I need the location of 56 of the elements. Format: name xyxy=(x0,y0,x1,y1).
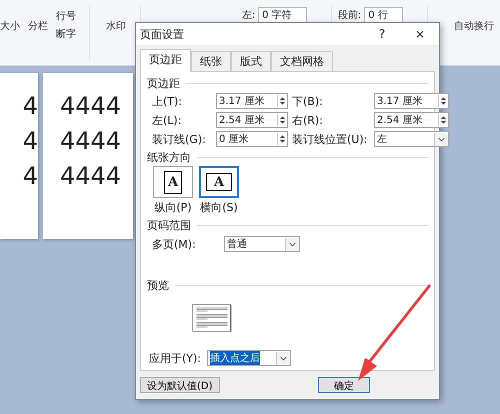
spinner-icon[interactable] xyxy=(438,95,448,107)
option-label: 横向(S) xyxy=(200,200,238,215)
set-default-button[interactable]: 设为默认值(D) xyxy=(140,377,220,393)
page-text: 4444 xyxy=(60,93,122,119)
indent-left-label: 左: xyxy=(242,9,256,22)
page-text: 4444 xyxy=(60,128,122,154)
size-button[interactable]: 大小 xyxy=(0,6,20,33)
field-label: 装订线位置(U): xyxy=(292,132,368,146)
spin-field[interactable]: 3.17 厘米 xyxy=(374,93,449,109)
page-text: 4 xyxy=(22,128,38,154)
spinner-icon[interactable] xyxy=(277,95,287,107)
page-text: 4 xyxy=(22,163,38,189)
field-label: 下(B): xyxy=(292,94,324,108)
close-button[interactable]: × xyxy=(405,27,435,41)
orientation-option[interactable]: A xyxy=(199,166,239,198)
field-label: 右(R): xyxy=(292,112,324,128)
spinner-icon[interactable] xyxy=(438,114,448,126)
field-label: 多页(M): xyxy=(152,236,196,252)
tab[interactable]: 纸张 xyxy=(191,51,231,71)
dialog-title: 页面设置 xyxy=(140,26,185,42)
orientation-option[interactable]: A xyxy=(153,166,193,198)
spin-field[interactable]: 2.54 厘米 xyxy=(216,112,288,128)
dropdown-field[interactable]: 插入点之后 xyxy=(207,350,292,366)
wrap-text-button[interactable]: 自动换行 xyxy=(454,6,494,33)
section-heading: 页码范围 xyxy=(147,218,191,232)
columns-button[interactable]: 分栏 xyxy=(28,6,48,33)
help-button[interactable]: ? xyxy=(367,27,397,41)
ok-button[interactable]: 确定 xyxy=(318,377,370,393)
tab[interactable]: 版式 xyxy=(231,51,271,71)
tab[interactable]: 页边距 xyxy=(140,49,191,72)
paper-icon: A xyxy=(164,170,182,194)
spacing-before-field[interactable]: 0 行 xyxy=(364,7,403,23)
section-heading: 页边距 xyxy=(147,76,180,90)
spinner-icon[interactable] xyxy=(277,114,287,126)
tab[interactable]: 文档网格 xyxy=(271,51,333,71)
watermark-button[interactable]: 水印 xyxy=(106,6,126,33)
paper-icon: A xyxy=(206,173,232,191)
hyphenation-button[interactable]: 断字 xyxy=(56,27,76,41)
spin-field[interactable]: 0 厘米 xyxy=(216,131,288,147)
indent-left-field[interactable]: 0 字符 xyxy=(258,7,307,23)
field-label: 左(L): xyxy=(152,112,182,128)
page-text: 4 xyxy=(22,93,38,119)
spacing-before-label: 段前: xyxy=(338,9,362,22)
field-label: 应用于(Y): xyxy=(149,350,202,366)
spin-field[interactable]: 2.54 厘米 xyxy=(374,112,449,128)
spinner-icon[interactable] xyxy=(277,133,287,145)
field-label: 装订线(G): xyxy=(152,132,207,146)
section-heading: 纸张方向 xyxy=(147,150,191,164)
section-heading: 预览 xyxy=(147,278,169,292)
page-text: 4444 xyxy=(60,163,122,189)
line-numbers-button[interactable]: 行号 xyxy=(56,9,76,23)
field-label: 上(T): xyxy=(152,94,184,108)
option-label: 纵向(P) xyxy=(154,200,192,215)
dropdown-field[interactable]: 左 xyxy=(374,131,449,147)
spin-field[interactable]: 3.17 厘米 xyxy=(216,93,288,109)
dropdown-field[interactable]: 普通 xyxy=(224,236,300,252)
